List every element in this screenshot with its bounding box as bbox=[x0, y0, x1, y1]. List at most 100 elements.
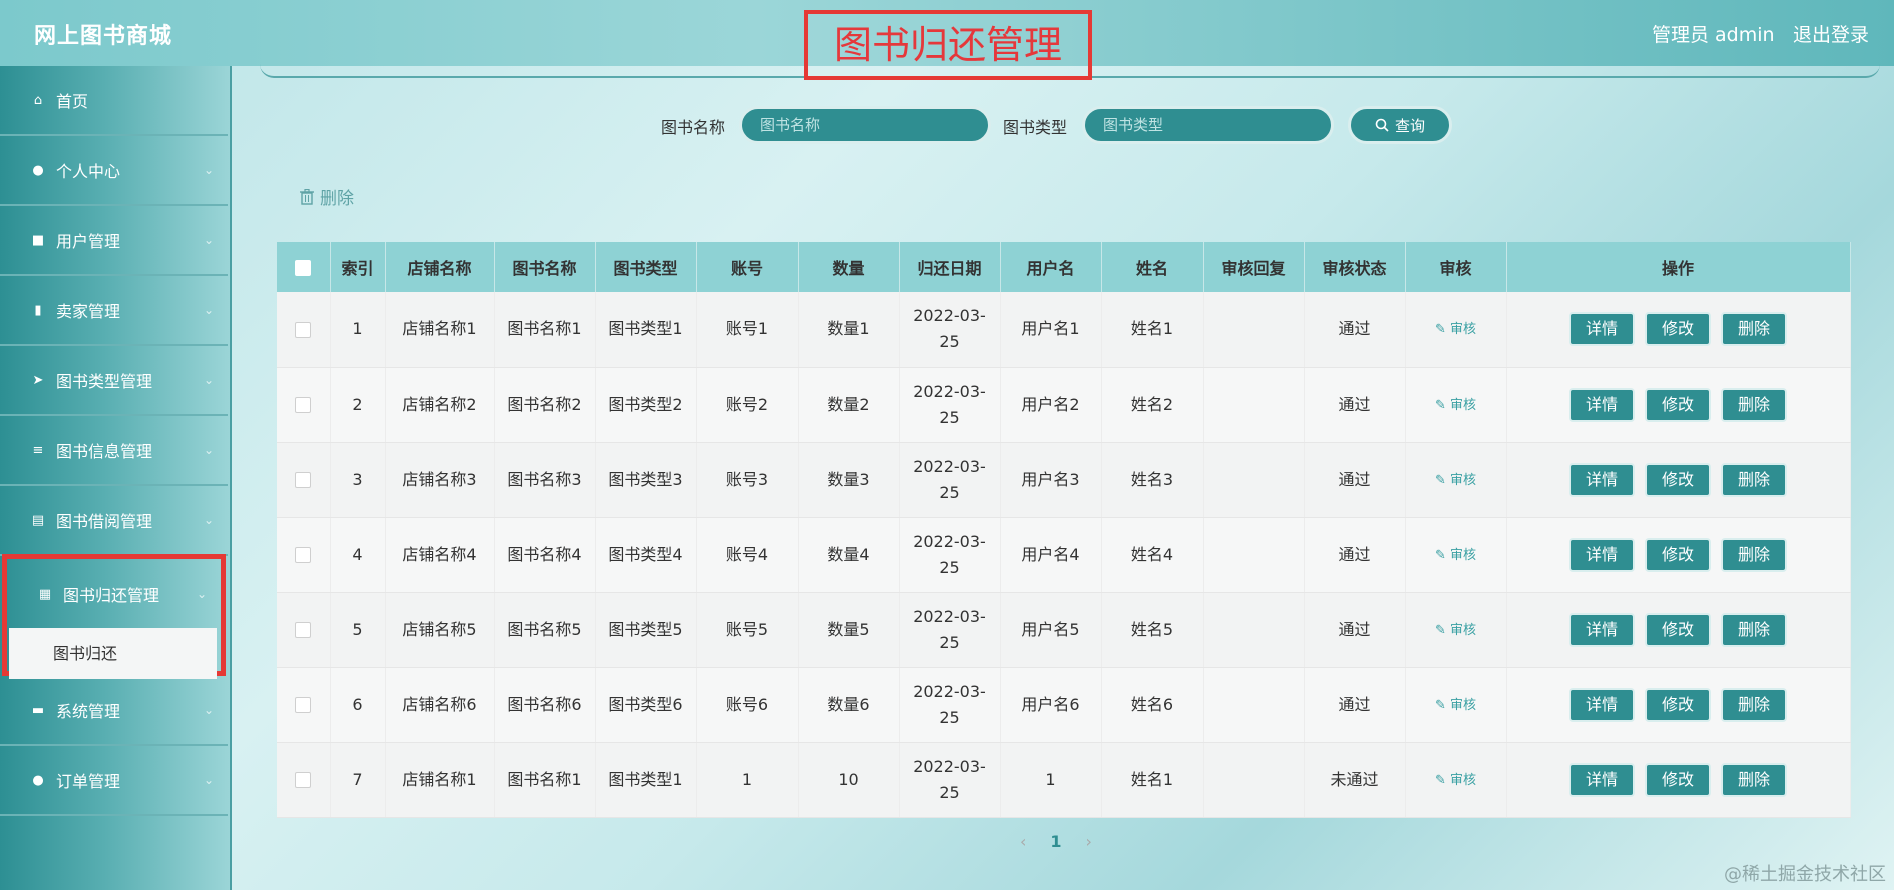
detail-button[interactable]: 详情 bbox=[1569, 462, 1635, 497]
row-select-cell bbox=[277, 292, 331, 368]
cell-name: 姓名3 bbox=[1101, 442, 1204, 518]
cell-shop: 店铺名称3 bbox=[385, 442, 495, 518]
cell-name: 姓名6 bbox=[1101, 667, 1204, 743]
audit-label: 审核 bbox=[1450, 622, 1477, 638]
row-checkbox[interactable] bbox=[295, 321, 312, 338]
audit-link[interactable]: ✎ 审核 bbox=[1435, 473, 1476, 488]
cell-index: 4 bbox=[330, 517, 386, 593]
sidebar-item-label: 卖家管理 bbox=[56, 302, 121, 321]
audit-link[interactable]: ✎ 审核 bbox=[1435, 548, 1476, 563]
sidebar-item-0[interactable]: ⌂ 首页 bbox=[0, 66, 228, 136]
sidebar-item-4[interactable]: ➤ 图书类型管理 ⌄ bbox=[0, 346, 228, 416]
cell-audit: ✎ 审核 bbox=[1405, 592, 1507, 668]
date-line: 25 bbox=[939, 707, 960, 727]
cell-username: 用户名5 bbox=[1000, 592, 1102, 668]
audit-link[interactable]: ✎ 审核 bbox=[1435, 773, 1476, 788]
delete-button[interactable]: 删除 bbox=[1721, 462, 1787, 497]
edit-button[interactable]: 修改 bbox=[1645, 762, 1711, 797]
cell-actions: 详情 修改 删除 bbox=[1506, 292, 1851, 368]
seller-icon: ▮ bbox=[34, 302, 42, 318]
audit-link[interactable]: ✎ 审核 bbox=[1435, 398, 1476, 413]
table-row: 1 店铺名称1 图书名称1 图书类型1 账号1 数量1 2022-03- 25 用户名1 姓名1 通… bbox=[277, 292, 1851, 368]
chevron-down-icon: ⌄ bbox=[196, 587, 207, 601]
chevron-down-icon: ⌄ bbox=[203, 303, 214, 317]
column-header: 账号 bbox=[696, 242, 799, 292]
submenu-item-book-return[interactable]: 图书归还 bbox=[9, 628, 217, 679]
delete-button[interactable]: 删除 bbox=[1721, 312, 1787, 347]
audit-label: 审核 bbox=[1450, 472, 1477, 488]
detail-button[interactable]: 详情 bbox=[1569, 687, 1635, 722]
cell-index: 3 bbox=[330, 442, 386, 518]
row-checkbox[interactable] bbox=[295, 622, 312, 638]
column-header: 图书名称 bbox=[494, 242, 596, 292]
sidebar-item-6[interactable]: ▤ 图书借阅管理 ⌄ bbox=[0, 486, 228, 556]
audit-link[interactable]: ✎ 审核 bbox=[1435, 623, 1476, 638]
user-manage-icon: ■ bbox=[31, 232, 45, 248]
prev-page-button[interactable]: ‹ bbox=[1020, 832, 1026, 851]
column-header: 店铺名称 bbox=[385, 242, 495, 292]
edit-button[interactable]: 修改 bbox=[1645, 462, 1711, 497]
delete-button[interactable]: 删除 bbox=[1721, 387, 1787, 422]
row-checkbox[interactable] bbox=[295, 547, 312, 563]
sidebar-item-3[interactable]: ▮ 卖家管理 ⌄ bbox=[0, 276, 228, 346]
sidebar-item-8[interactable]: ▬ 系统管理 ⌄ bbox=[0, 676, 228, 746]
audit-link[interactable]: ✎ 审核 bbox=[1435, 322, 1476, 337]
cell-type: 图书类型1 bbox=[595, 742, 697, 818]
edit-button[interactable]: 修改 bbox=[1645, 687, 1711, 722]
sidebar-item-2[interactable]: ■ 用户管理 ⌄ bbox=[0, 206, 228, 276]
edit-pen-icon: ✎ bbox=[1434, 322, 1446, 338]
delete-button[interactable]: 删除 bbox=[1721, 762, 1787, 797]
row-checkbox[interactable] bbox=[295, 697, 312, 713]
cell-qty: 数量2 bbox=[798, 367, 900, 443]
column-header: 索引 bbox=[330, 242, 386, 292]
detail-button[interactable]: 详情 bbox=[1569, 762, 1635, 797]
batch-delete-button[interactable]: 删除 bbox=[300, 184, 354, 209]
cell-shop: 店铺名称2 bbox=[385, 367, 495, 443]
detail-button[interactable]: 详情 bbox=[1569, 387, 1635, 422]
batch-delete-label: 删除 bbox=[320, 189, 354, 209]
cell-type: 图书类型3 bbox=[595, 442, 697, 518]
delete-button[interactable]: 删除 bbox=[1721, 687, 1787, 722]
delete-button[interactable]: 删除 bbox=[1721, 612, 1787, 647]
book-type-input[interactable] bbox=[1082, 106, 1334, 144]
cell-name: 姓名5 bbox=[1101, 592, 1204, 668]
detail-button[interactable]: 详情 bbox=[1569, 537, 1635, 572]
list-icon: ≡ bbox=[32, 442, 44, 458]
edit-button[interactable]: 修改 bbox=[1645, 537, 1711, 572]
date-line: 25 bbox=[939, 482, 960, 502]
row-checkbox[interactable] bbox=[295, 397, 312, 413]
cell-type: 图书类型4 bbox=[595, 517, 697, 593]
cell-reply bbox=[1203, 592, 1305, 668]
current-page[interactable]: 1 bbox=[1050, 832, 1061, 851]
row-select-cell bbox=[277, 442, 331, 518]
select-all-checkbox[interactable] bbox=[295, 260, 312, 276]
logout-link[interactable]: 退出登录 bbox=[1793, 20, 1869, 47]
bulb-icon: ● bbox=[32, 772, 44, 788]
next-page-button[interactable]: › bbox=[1086, 832, 1092, 851]
sidebar-item-1[interactable]: ● 个人中心 ⌄ bbox=[0, 136, 228, 206]
sidebar-item-5[interactable]: ≡ 图书信息管理 ⌄ bbox=[0, 416, 228, 486]
edit-button[interactable]: 修改 bbox=[1645, 612, 1711, 647]
detail-button[interactable]: 详情 bbox=[1569, 312, 1635, 347]
edit-button[interactable]: 修改 bbox=[1645, 312, 1711, 347]
query-label: 查询 bbox=[1394, 116, 1425, 135]
table-header-row: 索引 店铺名称 图书名称 图书类型 账号 数量 归还日期 用户名 姓名 审核回复 审核状态 审核 操作 bbox=[277, 242, 1851, 292]
audit-link[interactable]: ✎ 审核 bbox=[1435, 698, 1476, 713]
cell-return-date: 2022-03- 25 bbox=[899, 517, 1001, 593]
cell-audit: ✎ 审核 bbox=[1405, 742, 1507, 818]
chevron-down-icon: ⌄ bbox=[203, 163, 214, 177]
row-checkbox[interactable] bbox=[295, 772, 312, 788]
row-checkbox[interactable] bbox=[295, 472, 312, 488]
detail-button[interactable]: 详情 bbox=[1569, 612, 1635, 647]
delete-button[interactable]: 删除 bbox=[1721, 537, 1787, 572]
table-row: 6 店铺名称6 图书名称6 图书类型6 账号6 数量6 2022-03- 25 用户名6 姓名6 通… bbox=[277, 667, 1851, 743]
trash-icon bbox=[300, 188, 314, 205]
book-name-input[interactable] bbox=[739, 106, 991, 144]
query-button[interactable]: 查询 bbox=[1348, 106, 1452, 144]
cell-book: 图书名称3 bbox=[494, 442, 596, 518]
edit-button[interactable]: 修改 bbox=[1645, 387, 1711, 422]
select-all-cell bbox=[277, 242, 331, 292]
table-row: 2 店铺名称2 图书名称2 图书类型2 账号2 数量2 2022-03- 25 用户名2 姓名2 通… bbox=[277, 367, 1851, 443]
cell-return-date: 2022-03- 25 bbox=[899, 292, 1001, 368]
sidebar-item-9[interactable]: ● 订单管理 ⌄ bbox=[0, 746, 228, 816]
